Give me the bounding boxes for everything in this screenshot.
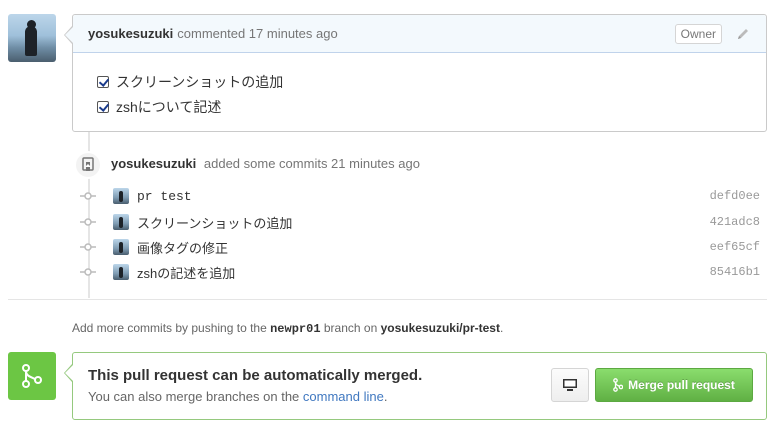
- merge-button-label: Merge pull request: [628, 378, 735, 392]
- commit-event: yosukesuzuki added some commits 21 minut…: [111, 156, 420, 171]
- commit-sha[interactable]: 85416b1: [710, 265, 760, 279]
- commit-sha[interactable]: 421adc8: [710, 215, 760, 229]
- merge-pull-request-button[interactable]: Merge pull request: [595, 368, 753, 402]
- task-label: スクリーンショットの追加: [116, 73, 284, 90]
- commit-author-avatar[interactable]: [113, 264, 129, 280]
- merge-status-subtitle: You can also merge branches on the comma…: [88, 389, 387, 404]
- merge-status-badge: [8, 352, 56, 400]
- repo-name: yosukesuzuki/pr-test: [380, 321, 500, 335]
- commit-row: pr test defd0ee: [80, 186, 760, 206]
- merge-sub-suffix: .: [383, 389, 388, 404]
- commit-sha[interactable]: defd0ee: [710, 189, 760, 203]
- commit-sha[interactable]: eef65cf: [710, 240, 760, 254]
- commit-author-avatar[interactable]: [113, 214, 129, 230]
- divider: [8, 299, 767, 300]
- merge-panel: This pull request can be automatically m…: [72, 352, 767, 420]
- task-checkbox[interactable]: [97, 100, 109, 113]
- author-avatar[interactable]: [8, 14, 56, 62]
- git-merge-icon: [613, 378, 624, 392]
- commit-row: 画像タグの修正 eef65cf: [80, 237, 760, 257]
- command-line-link[interactable]: command line: [303, 389, 384, 404]
- comment-body: スクリーンショットの追加 zshについて記述: [73, 53, 766, 119]
- merge-status-title: This pull request can be automatically m…: [88, 367, 423, 384]
- commit-author-avatar[interactable]: [113, 188, 129, 204]
- desktop-icon: [563, 379, 577, 391]
- commit-row: スクリーンショットの追加 421adc8: [80, 212, 760, 232]
- merge-sub-prefix: You can also merge branches on the: [88, 389, 300, 404]
- commit-row: zshの記述を追加 85416b1: [80, 262, 760, 282]
- push-note-middle: branch on: [323, 321, 378, 335]
- comment: yosukesuzuki commented 17 minutes ago Ow…: [72, 14, 767, 132]
- task-item: スクリーンショットの追加: [97, 69, 766, 94]
- commit-message[interactable]: 画像タグの修正: [137, 238, 228, 257]
- commit-event-author[interactable]: yosukesuzuki: [111, 156, 196, 171]
- git-merge-icon: [22, 364, 42, 388]
- push-note-suffix: .: [499, 321, 504, 335]
- commit-message[interactable]: スクリーンショットの追加: [137, 213, 292, 232]
- comment-header: yosukesuzuki commented 17 minutes ago Ow…: [73, 15, 766, 53]
- git-commit-icon: [80, 268, 96, 276]
- git-commit-icon: [80, 192, 96, 200]
- comment-timestamp: commented 17 minutes ago: [177, 26, 338, 41]
- commit-message[interactable]: zshの記述を追加: [137, 263, 235, 282]
- repo-push-icon: [74, 151, 102, 179]
- push-note-prefix: Add more commits by pushing to the: [72, 321, 267, 335]
- git-commit-icon: [80, 218, 96, 226]
- comment-author[interactable]: yosukesuzuki: [88, 26, 173, 41]
- pencil-icon[interactable]: [735, 26, 751, 42]
- commit-event-action: added some commits 21 minutes ago: [203, 156, 420, 171]
- commit-author-avatar[interactable]: [113, 239, 129, 255]
- commit-message[interactable]: pr test: [137, 189, 192, 204]
- branch-name: newpr01: [270, 322, 321, 336]
- task-label: zshについて記述: [116, 98, 222, 115]
- open-in-desktop-button[interactable]: [551, 368, 589, 402]
- git-commit-icon: [80, 243, 96, 251]
- task-item: zshについて記述: [97, 94, 766, 119]
- push-instructions: Add more commits by pushing to the newpr…: [72, 321, 503, 336]
- task-checkbox[interactable]: [97, 75, 109, 88]
- owner-badge: Owner: [674, 24, 722, 44]
